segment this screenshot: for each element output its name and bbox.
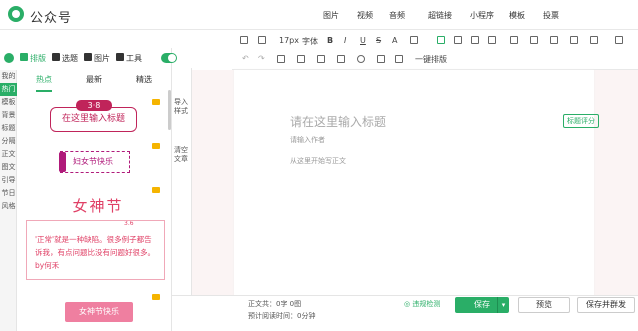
list-icon[interactable]	[570, 36, 578, 44]
nav-audio[interactable]: 音频	[389, 10, 405, 21]
underline-button[interactable]: U	[360, 36, 366, 45]
template-goddess-title[interactable]: 女神节	[63, 195, 133, 216]
code-icon[interactable]	[377, 55, 385, 63]
align-center-icon[interactable]	[454, 36, 462, 44]
indent-icon[interactable]	[510, 36, 518, 44]
nav-vote[interactable]: 投票	[543, 10, 559, 21]
tab-select[interactable]: 选题	[52, 52, 78, 64]
word-count: 正文共：0字 0图	[248, 300, 302, 308]
align-right-icon[interactable]	[471, 36, 479, 44]
vtab-style[interactable]: 风格	[0, 200, 17, 213]
tab-image[interactable]: 图片	[84, 52, 110, 64]
font-color-button[interactable]: A	[392, 36, 397, 45]
vip-crown-icon	[152, 187, 160, 193]
justify-icon[interactable]	[488, 36, 496, 44]
panel-scrollbar[interactable]	[168, 90, 171, 130]
vtab-mine[interactable]: 我的	[0, 70, 17, 83]
woman-figure-icon	[59, 152, 66, 172]
format-painter-icon[interactable]	[240, 36, 248, 44]
layout-icon	[20, 52, 28, 61]
editor-paper	[234, 70, 594, 295]
ordered-list-icon[interactable]	[590, 36, 598, 44]
editor-toolbar: 17px 字体 B I U S A ↶ ↷ 一键排版	[232, 30, 638, 70]
nav-video[interactable]: 视频	[357, 10, 373, 21]
font-family-select[interactable]: 字体	[302, 36, 318, 47]
select-icon	[52, 52, 60, 61]
vtab-background[interactable]: 背景	[0, 109, 17, 122]
insert-image-icon[interactable]	[395, 55, 403, 63]
nav-template[interactable]: 模板	[509, 10, 525, 21]
title-input[interactable]: 请在这里输入标题	[290, 113, 386, 130]
panel-toggle[interactable]	[161, 53, 177, 63]
undo-icon[interactable]: ↶	[242, 54, 249, 63]
template-38-badge: 3·8	[76, 100, 112, 111]
link-icon[interactable]	[317, 55, 325, 63]
clear-format-icon[interactable]	[258, 36, 266, 44]
vtab-graphic[interactable]: 图文	[0, 161, 17, 174]
vtab-guide[interactable]: 引导	[0, 174, 17, 187]
subtab-featured[interactable]: 精选	[136, 74, 152, 92]
tab-tools[interactable]: 工具	[116, 52, 142, 64]
save-and-publish-button[interactable]: 保存并群发	[577, 297, 635, 313]
template-quote-box[interactable]: '正常'就是一种缺陷。很多例子都告诉我，有点问题比没有问题好很多。by何禾	[26, 220, 165, 280]
table-icon[interactable]	[337, 55, 345, 63]
subtab-latest[interactable]: 最新	[86, 74, 102, 92]
line-height-icon[interactable]	[530, 36, 538, 44]
align-left-icon[interactable]	[437, 36, 445, 44]
vtab-template[interactable]: 模板	[0, 96, 17, 109]
more-icon[interactable]	[615, 36, 623, 44]
subscript-icon[interactable]	[297, 55, 305, 63]
body-input[interactable]: 从这里开始写正文	[290, 156, 346, 166]
sub-tabs: 热点 最新 精选	[19, 74, 169, 92]
background-color-icon[interactable]	[410, 36, 418, 44]
clear-article-button[interactable]: 清空文章	[174, 146, 188, 164]
tools-icon	[116, 52, 124, 61]
vip-crown-icon	[152, 99, 160, 105]
template-womens-day[interactable]: 妇女节快乐	[60, 151, 130, 173]
nav-link[interactable]: 超链接	[428, 10, 452, 21]
subtab-hot[interactable]: 热点	[36, 74, 52, 92]
font-size-select[interactable]: 17px	[279, 36, 299, 45]
brand-name: 公众号	[30, 11, 73, 26]
emoji-icon[interactable]	[357, 55, 365, 63]
image-icon	[84, 52, 92, 61]
read-time: 预计阅读时间：0分钟	[248, 312, 316, 320]
title-score-badge[interactable]: 标题评分	[563, 114, 599, 128]
violation-check-button[interactable]: ◎ 违规检测	[404, 299, 440, 309]
category-tabs: 我的 热门 模板 背景 标题 分隔 正文 图文 引导 节日 风格	[0, 70, 17, 331]
wechat-logo-icon	[8, 6, 24, 22]
import-style-button[interactable]: 导入样式	[174, 98, 188, 116]
one-key-layout-button[interactable]: 一键排版	[415, 54, 447, 65]
vtab-festival[interactable]: 节日	[0, 187, 17, 200]
plugin-logo-icon[interactable]	[4, 53, 14, 63]
top-bar: 公众号 图片 视频 音频 超链接 小程序 模板 投票	[0, 0, 638, 30]
vtab-divider[interactable]: 分隔	[0, 135, 17, 148]
author-input[interactable]: 请输入作者	[290, 135, 325, 145]
divider-icon[interactable]	[277, 55, 285, 63]
tab-layout[interactable]: 排版	[20, 52, 46, 64]
save-dropdown-icon[interactable]: ▾	[497, 297, 509, 313]
strikethrough-button[interactable]: S	[376, 36, 381, 45]
bold-button[interactable]: B	[327, 36, 333, 45]
vip-crown-icon	[152, 294, 160, 300]
preview-button[interactable]: 预览	[518, 297, 570, 313]
vtab-hot[interactable]: 热门	[0, 83, 17, 96]
letter-spacing-icon[interactable]	[550, 36, 558, 44]
vtab-title[interactable]: 标题	[0, 122, 17, 135]
redo-icon[interactable]: ↷	[258, 54, 265, 63]
italic-button[interactable]: I	[344, 36, 346, 45]
nav-image[interactable]: 图片	[323, 10, 339, 21]
template-goddess-happy[interactable]: 女神节快乐	[65, 302, 133, 322]
vtab-body[interactable]: 正文	[0, 148, 17, 161]
nav-miniprogram[interactable]: 小程序	[470, 10, 494, 21]
vip-crown-icon	[152, 143, 160, 149]
